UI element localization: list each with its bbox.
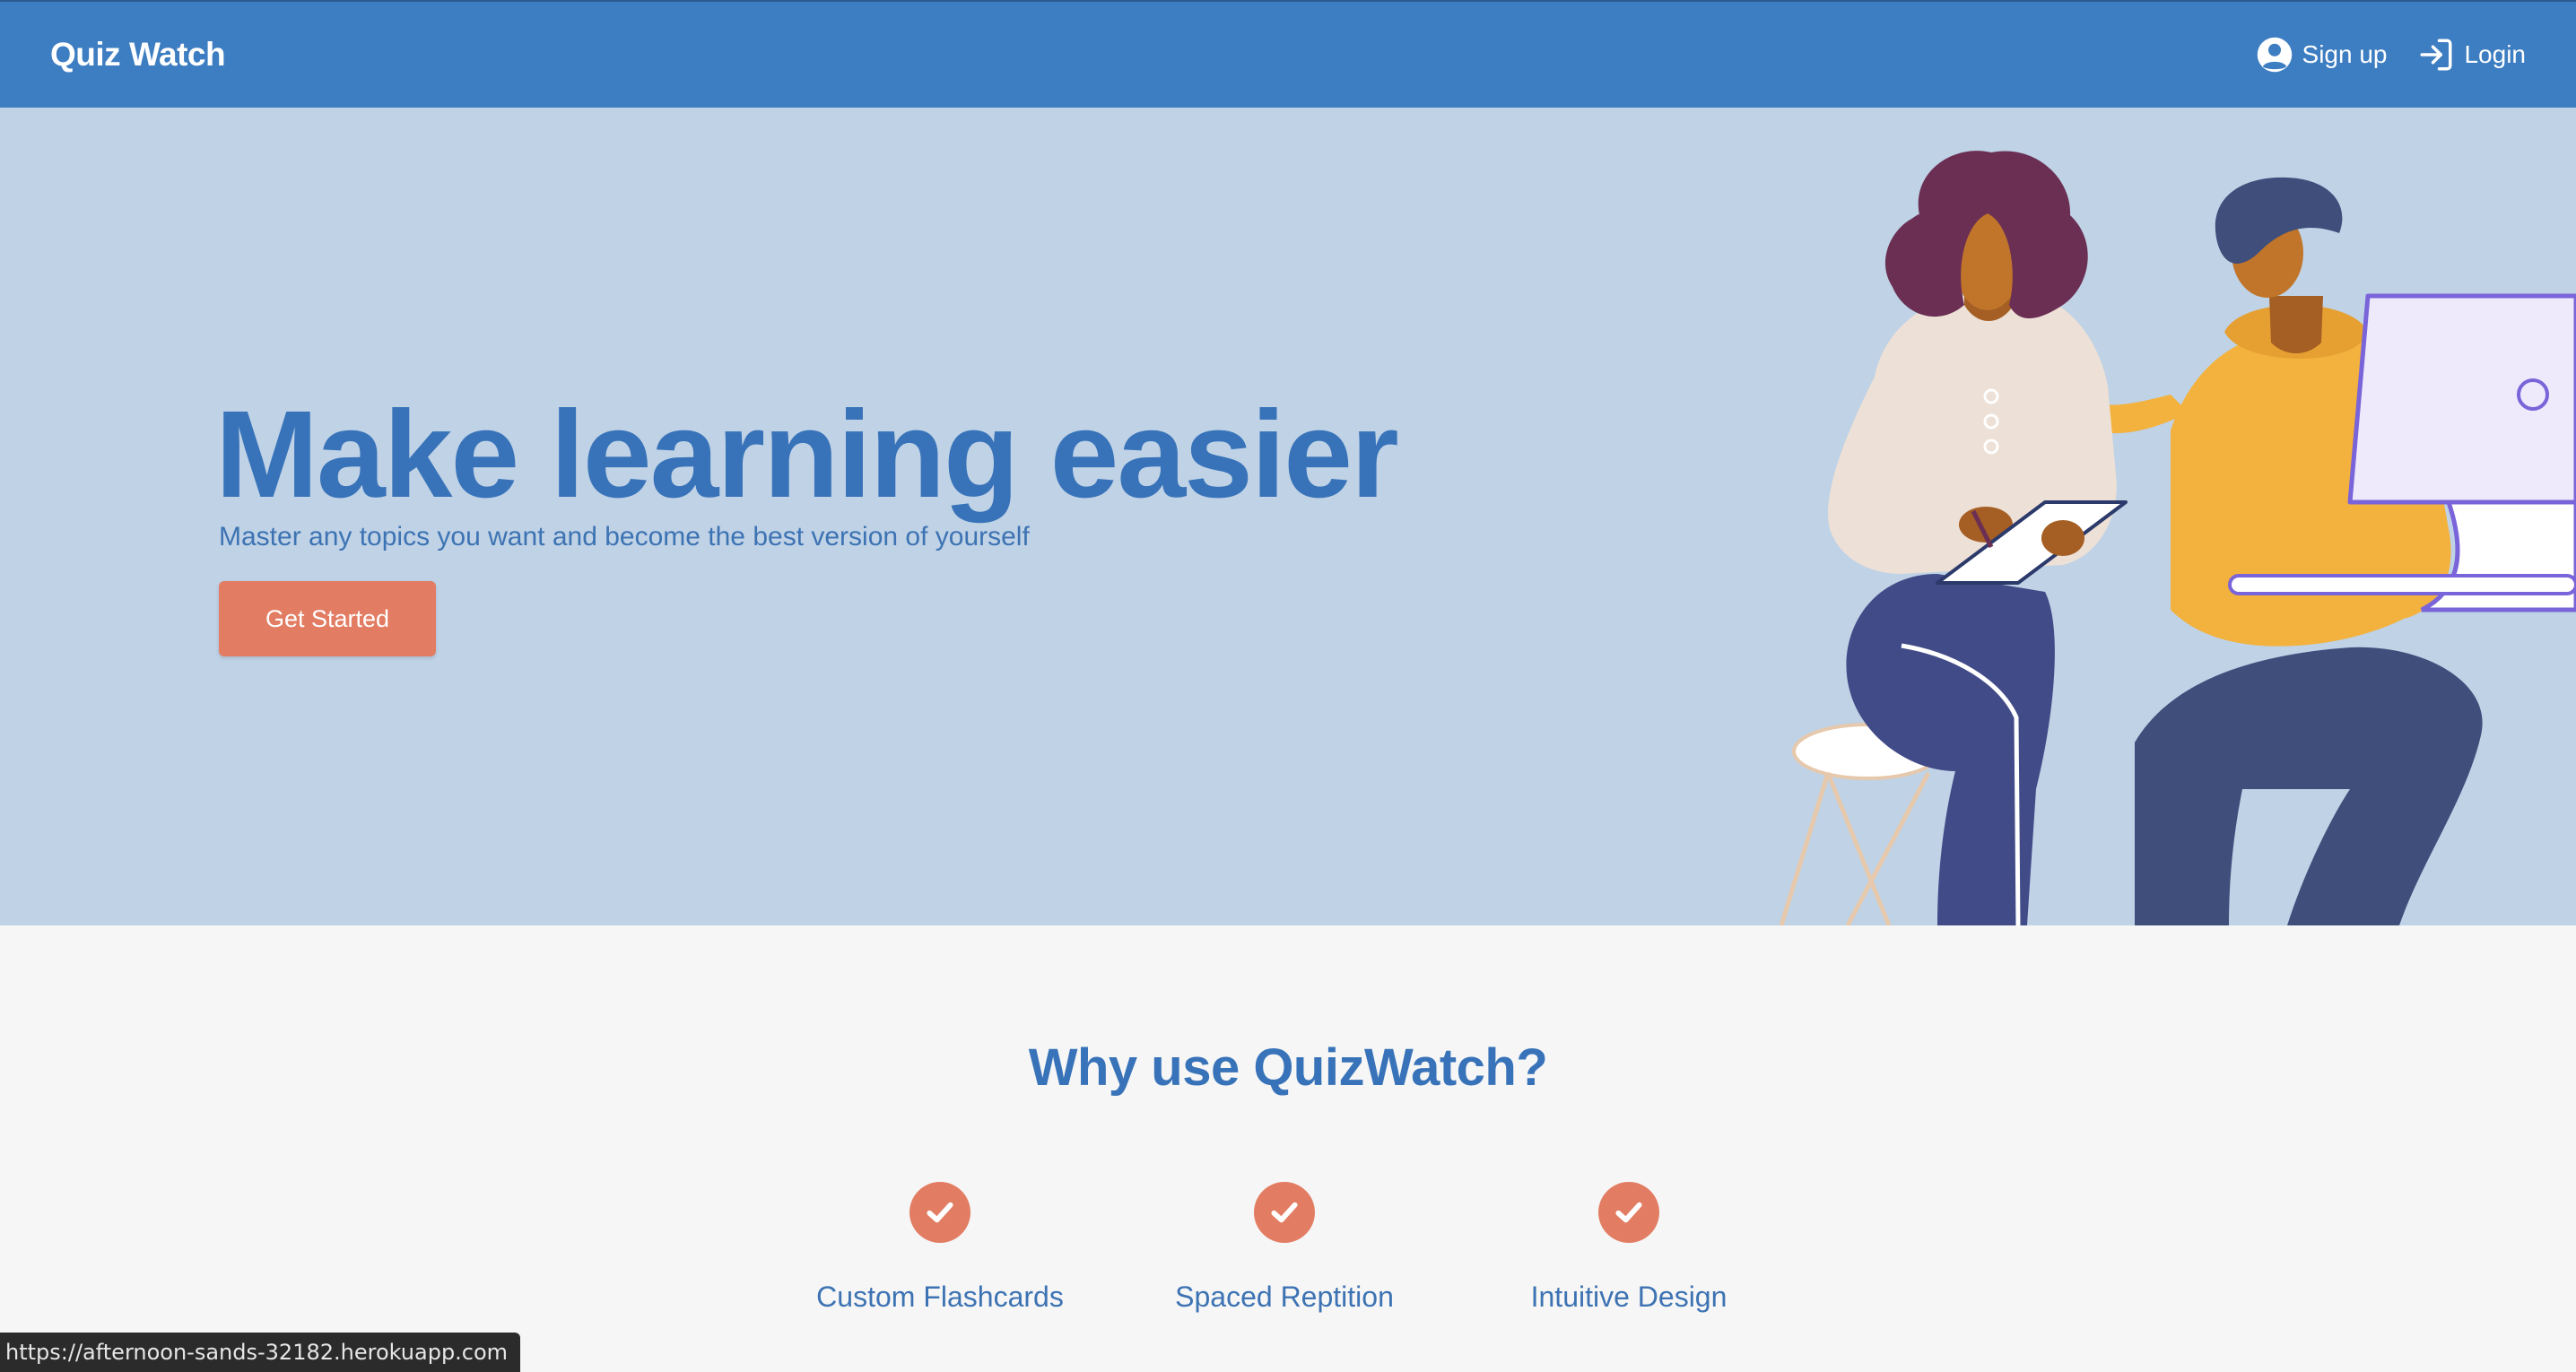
features-section: Why use QuizWatch? Custom Flashcards Spa… [0, 925, 2576, 1372]
login-link[interactable]: Login [2417, 36, 2526, 74]
brand-logo[interactable]: Quiz Watch [50, 36, 226, 74]
feature-intuitive-design: Intuitive Design [1458, 1182, 1799, 1314]
nav-links: Sign up Login [2256, 36, 2526, 74]
get-started-button[interactable]: Get Started [219, 581, 436, 656]
check-icon [909, 1182, 970, 1243]
hero-subtitle: Master any topics you want and become th… [219, 522, 1030, 551]
signup-label: Sign up [2302, 40, 2388, 68]
hero-illustration [1779, 151, 2576, 925]
feature-label: Intuitive Design [1530, 1281, 1727, 1313]
signup-link[interactable]: Sign up [2256, 36, 2388, 74]
feature-custom-flashcards: Custom Flashcards [770, 1182, 1110, 1314]
navbar: Quiz Watch Sign up Login [0, 0, 2576, 108]
features-heading: Why use QuizWatch? [1028, 1038, 1548, 1097]
login-label: Login [2464, 40, 2526, 68]
login-icon [2417, 36, 2455, 74]
status-bar-url: https://afternoon-sands-32182.herokuapp.… [0, 1333, 521, 1372]
feature-label: Custom Flashcards [816, 1281, 1064, 1313]
feature-spaced-repetition: Spaced Reptition [1114, 1182, 1455, 1314]
feature-label: Spaced Reptition [1175, 1281, 1394, 1313]
user-circle-icon [2256, 36, 2293, 74]
hero-section: Make learning easier Master any topics y… [0, 108, 2576, 925]
hero-title: Make learning easier [215, 386, 1399, 524]
check-icon [1254, 1182, 1315, 1243]
man-legs [2135, 647, 2483, 925]
check-icon [1598, 1182, 1659, 1243]
